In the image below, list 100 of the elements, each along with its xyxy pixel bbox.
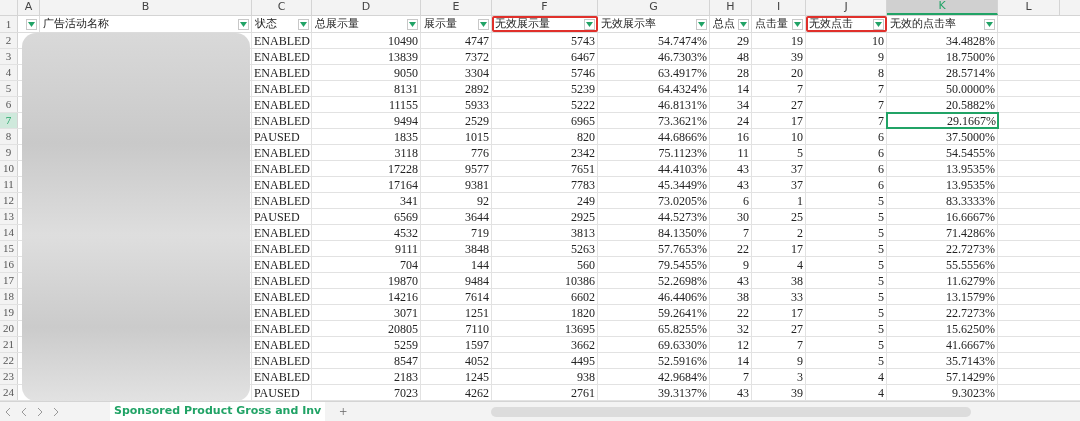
table-cell: 5	[806, 321, 887, 336]
table-cell: ENABLED	[252, 289, 312, 304]
row-number[interactable]: 18	[0, 289, 18, 304]
table-cell: 75.1123%	[598, 145, 710, 160]
table-cell: 22	[710, 305, 752, 320]
row-number[interactable]: 17	[0, 273, 18, 288]
filter-dropdown-button[interactable]	[298, 18, 309, 30]
table-cell: 5239	[492, 81, 598, 96]
table-cell: 2892	[421, 81, 492, 96]
column-header[interactable]: I	[752, 0, 806, 15]
table-cell: ENABLED	[252, 321, 312, 336]
table-cell: 820	[492, 129, 598, 144]
table-cell: 5259	[312, 337, 421, 352]
table-cell: 4495	[492, 353, 598, 368]
table-cell: 3304	[421, 65, 492, 80]
row-number[interactable]: 11	[0, 177, 18, 192]
row-number[interactable]: 4	[0, 65, 18, 80]
table-cell: 20.5882%	[887, 97, 998, 112]
column-title: 总展示量	[314, 15, 359, 32]
column-header[interactable]: A	[18, 0, 40, 15]
table-cell: 4	[752, 257, 806, 272]
column-header[interactable]: H	[710, 0, 752, 15]
table-cell: ENABLED	[252, 33, 312, 48]
row-number[interactable]: 19	[0, 305, 18, 320]
table-cell: 2342	[492, 145, 598, 160]
column-header[interactable]: F	[492, 0, 598, 15]
table-cell: 35.7143%	[887, 353, 998, 368]
table-cell: 52.5916%	[598, 353, 710, 368]
table-cell: 4	[806, 385, 887, 400]
row-number[interactable]: 12	[0, 193, 18, 208]
table-cell: ENABLED	[252, 97, 312, 112]
column-header[interactable]: E	[421, 0, 492, 15]
row-number[interactable]: 3	[0, 49, 18, 64]
row-number[interactable]: 9	[0, 145, 18, 160]
table-cell: 1015	[421, 129, 492, 144]
row-number[interactable]: 6	[0, 97, 18, 112]
row-number[interactable]: 2	[0, 33, 18, 48]
table-cell: 10	[806, 33, 887, 48]
table-cell: PAUSED	[252, 385, 312, 400]
table-cell: 5	[806, 241, 887, 256]
column-title: 无效点击	[808, 15, 853, 32]
table-cell: 5263	[492, 241, 598, 256]
row-number[interactable]: 13	[0, 209, 18, 224]
table-cell: 9.3023%	[887, 385, 998, 400]
table-cell: 9111	[312, 241, 421, 256]
filter-dropdown-button[interactable]	[584, 18, 595, 30]
column-title: 广告活动名称	[42, 15, 109, 32]
table-cell: 79.5455%	[598, 257, 710, 272]
table-cell: 69.6330%	[598, 337, 710, 352]
column-title: 总点	[712, 15, 735, 32]
column-title: 无效的点击率	[889, 15, 956, 32]
table-cell: 63.4917%	[598, 65, 710, 80]
table-cell: 14	[710, 353, 752, 368]
filter-dropdown-button[interactable]	[26, 18, 37, 30]
table-cell: 37	[752, 177, 806, 192]
table-cell: 4262	[421, 385, 492, 400]
filter-dropdown-button[interactable]	[696, 18, 707, 30]
filter-dropdown-button[interactable]	[478, 18, 489, 30]
table-cell: 776	[421, 145, 492, 160]
column-header[interactable]: L	[998, 0, 1060, 15]
table-cell: 6569	[312, 209, 421, 224]
filter-dropdown-button[interactable]	[738, 18, 749, 30]
filter-dropdown-button[interactable]	[873, 18, 884, 30]
row-number[interactable]: 15	[0, 241, 18, 256]
table-cell: 65.8255%	[598, 321, 710, 336]
column-header[interactable]: D	[312, 0, 421, 15]
filter-dropdown-button[interactable]	[238, 18, 249, 30]
row-number[interactable]: 20	[0, 321, 18, 336]
row-number[interactable]: 8	[0, 129, 18, 144]
table-cell: 10386	[492, 273, 598, 288]
add-sheet-button[interactable]: +	[335, 404, 352, 419]
table-cell: 27	[752, 321, 806, 336]
column-header[interactable]: G	[598, 0, 710, 15]
row-number[interactable]: 21	[0, 337, 18, 352]
table-cell: 55.5556%	[887, 257, 998, 272]
row-number[interactable]: 23	[0, 369, 18, 384]
table-cell: 7023	[312, 385, 421, 400]
table-cell: ENABLED	[252, 145, 312, 160]
table-cell: 5743	[492, 33, 598, 48]
table-cell: 938	[492, 369, 598, 384]
row-number[interactable]: 10	[0, 161, 18, 176]
table-cell: 5	[806, 289, 887, 304]
filter-dropdown-button[interactable]	[984, 18, 995, 30]
row-number[interactable]: 22	[0, 353, 18, 368]
table-cell: 52.2698%	[598, 273, 710, 288]
table-cell: 13.9535%	[887, 161, 998, 176]
filter-dropdown-button[interactable]	[407, 18, 418, 30]
column-header[interactable]: C	[252, 0, 312, 15]
row-number[interactable]: 24	[0, 385, 18, 400]
table-cell: 17	[752, 241, 806, 256]
row-number[interactable]: 5	[0, 81, 18, 96]
column-header[interactable]: B	[40, 0, 252, 15]
row-number[interactable]: 16	[0, 257, 18, 272]
table-cell: 6602	[492, 289, 598, 304]
table-cell: 54.7474%	[598, 33, 710, 48]
filter-dropdown-button[interactable]	[792, 18, 803, 30]
table-cell: 39	[752, 49, 806, 64]
table-cell: 20805	[312, 321, 421, 336]
table-cell: 7372	[421, 49, 492, 64]
row-number[interactable]: 14	[0, 225, 18, 240]
